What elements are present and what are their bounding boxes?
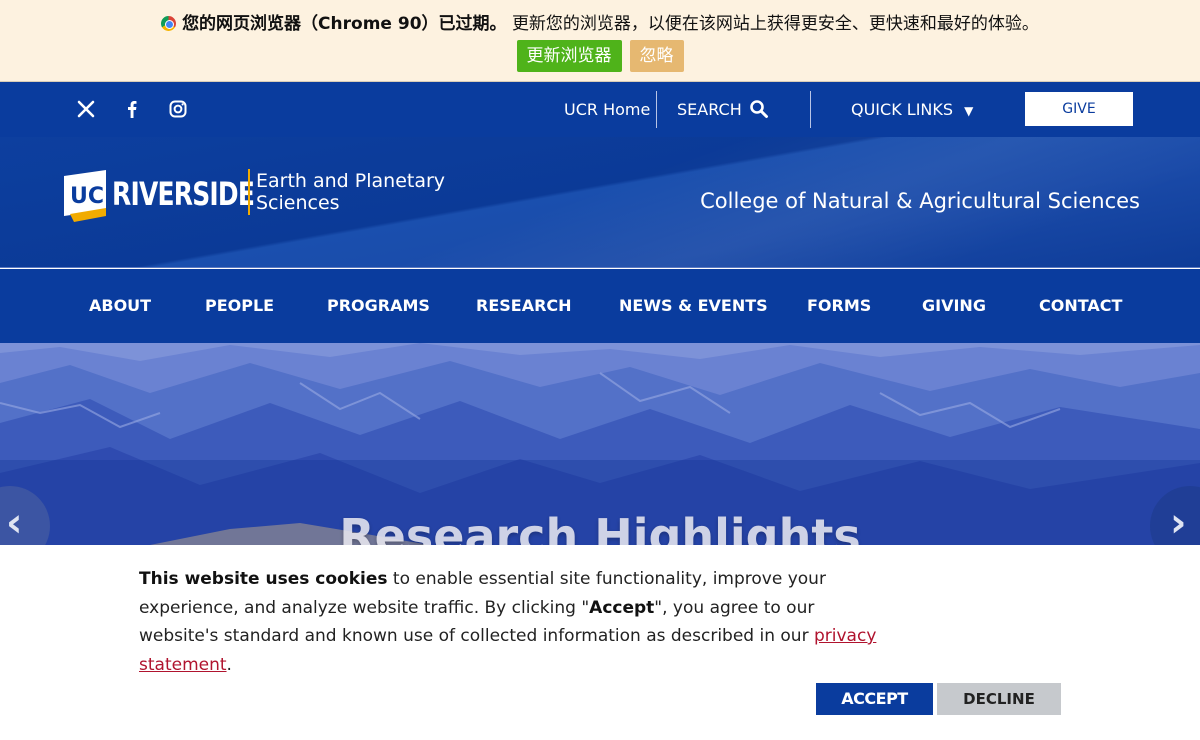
- browser-update-bar: 您的网页浏览器（Chrome 90）已过期。 更新您的浏览器，以便在该网站上获得…: [0, 0, 1200, 82]
- chevron-right-icon: ›: [1170, 500, 1187, 545]
- caret-down-icon: ▼: [964, 104, 974, 118]
- chevron-left-icon: ‹: [6, 500, 23, 545]
- decline-button[interactable]: DECLINE: [937, 683, 1061, 715]
- search-icon: [750, 100, 768, 118]
- accept-button[interactable]: ACCEPT: [816, 683, 933, 715]
- update-message-text: 更新您的浏览器，以便在该网站上获得更安全、更快速和最好的体验。: [511, 14, 1039, 34]
- give-button[interactable]: GIVE: [1024, 91, 1134, 127]
- cookie-accept-mention: Accept: [589, 597, 655, 618]
- logo-uc-text: UC: [70, 184, 104, 209]
- site-header: UC RIVERSIDE Earth and Planetary Science…: [0, 137, 1200, 268]
- nav-item-news-events[interactable]: NEWS & EVENTS: [619, 269, 768, 343]
- nav-item-giving[interactable]: GIVING: [922, 269, 986, 343]
- search-label: SEARCH: [677, 100, 742, 119]
- nav-item-people[interactable]: PEOPLE: [205, 269, 274, 343]
- college-name[interactable]: College of Natural & Agricultural Scienc…: [700, 189, 1140, 213]
- logo-divider: [248, 169, 250, 215]
- hero-slider: Research Highlights ‹ ›: [0, 343, 1200, 545]
- nav-item-about[interactable]: ABOUT: [89, 269, 151, 343]
- utility-divider: [810, 91, 811, 128]
- department-name[interactable]: Earth and Planetary Sciences: [256, 170, 476, 214]
- nav-item-contact[interactable]: CONTACT: [1039, 269, 1122, 343]
- facebook-icon[interactable]: [122, 99, 142, 119]
- utility-divider: [656, 91, 657, 128]
- x-icon[interactable]: [76, 99, 96, 119]
- cookie-text-3: .: [226, 654, 232, 675]
- nav-item-forms[interactable]: FORMS: [807, 269, 871, 343]
- department-line-1: Earth and Planetary: [256, 170, 446, 192]
- nav-item-programs[interactable]: PROGRAMS: [327, 269, 430, 343]
- update-browser-button[interactable]: 更新浏览器: [516, 40, 622, 72]
- quick-links-label: QUICK LINKS: [851, 100, 954, 119]
- ucr-logo-icon[interactable]: UC: [62, 170, 108, 224]
- update-message-bold: 您的网页浏览器（Chrome 90）已过期。: [182, 14, 507, 34]
- search-link[interactable]: SEARCH: [677, 82, 769, 137]
- cookie-lead: This website uses cookies: [139, 569, 388, 589]
- cookie-message: This website uses cookies to enable esse…: [139, 565, 899, 679]
- logo-riverside-text[interactable]: RIVERSIDE: [112, 175, 255, 213]
- quick-links-toggle[interactable]: QUICK LINKS ▼: [851, 82, 973, 137]
- ignore-button[interactable]: 忽略: [629, 40, 684, 72]
- ucr-home-link[interactable]: UCR Home: [564, 82, 650, 137]
- utility-bar: UCR Home SEARCH QUICK LINKS ▼ GIVE: [0, 82, 1200, 137]
- hero-title: Research Highlights: [339, 509, 861, 545]
- chrome-icon: [161, 16, 177, 31]
- nav-item-research[interactable]: RESEARCH: [476, 269, 572, 343]
- cookie-banner: This website uses cookies to enable esse…: [0, 545, 1200, 740]
- department-line-2: Sciences: [256, 192, 340, 214]
- main-nav: ABOUT PEOPLE PROGRAMS RESEARCH NEWS & EV…: [0, 269, 1200, 343]
- social-links: [76, 99, 188, 119]
- update-message: 您的网页浏览器（Chrome 90）已过期。 更新您的浏览器，以便在该网站上获得…: [0, 12, 1200, 36]
- instagram-icon[interactable]: [168, 99, 188, 119]
